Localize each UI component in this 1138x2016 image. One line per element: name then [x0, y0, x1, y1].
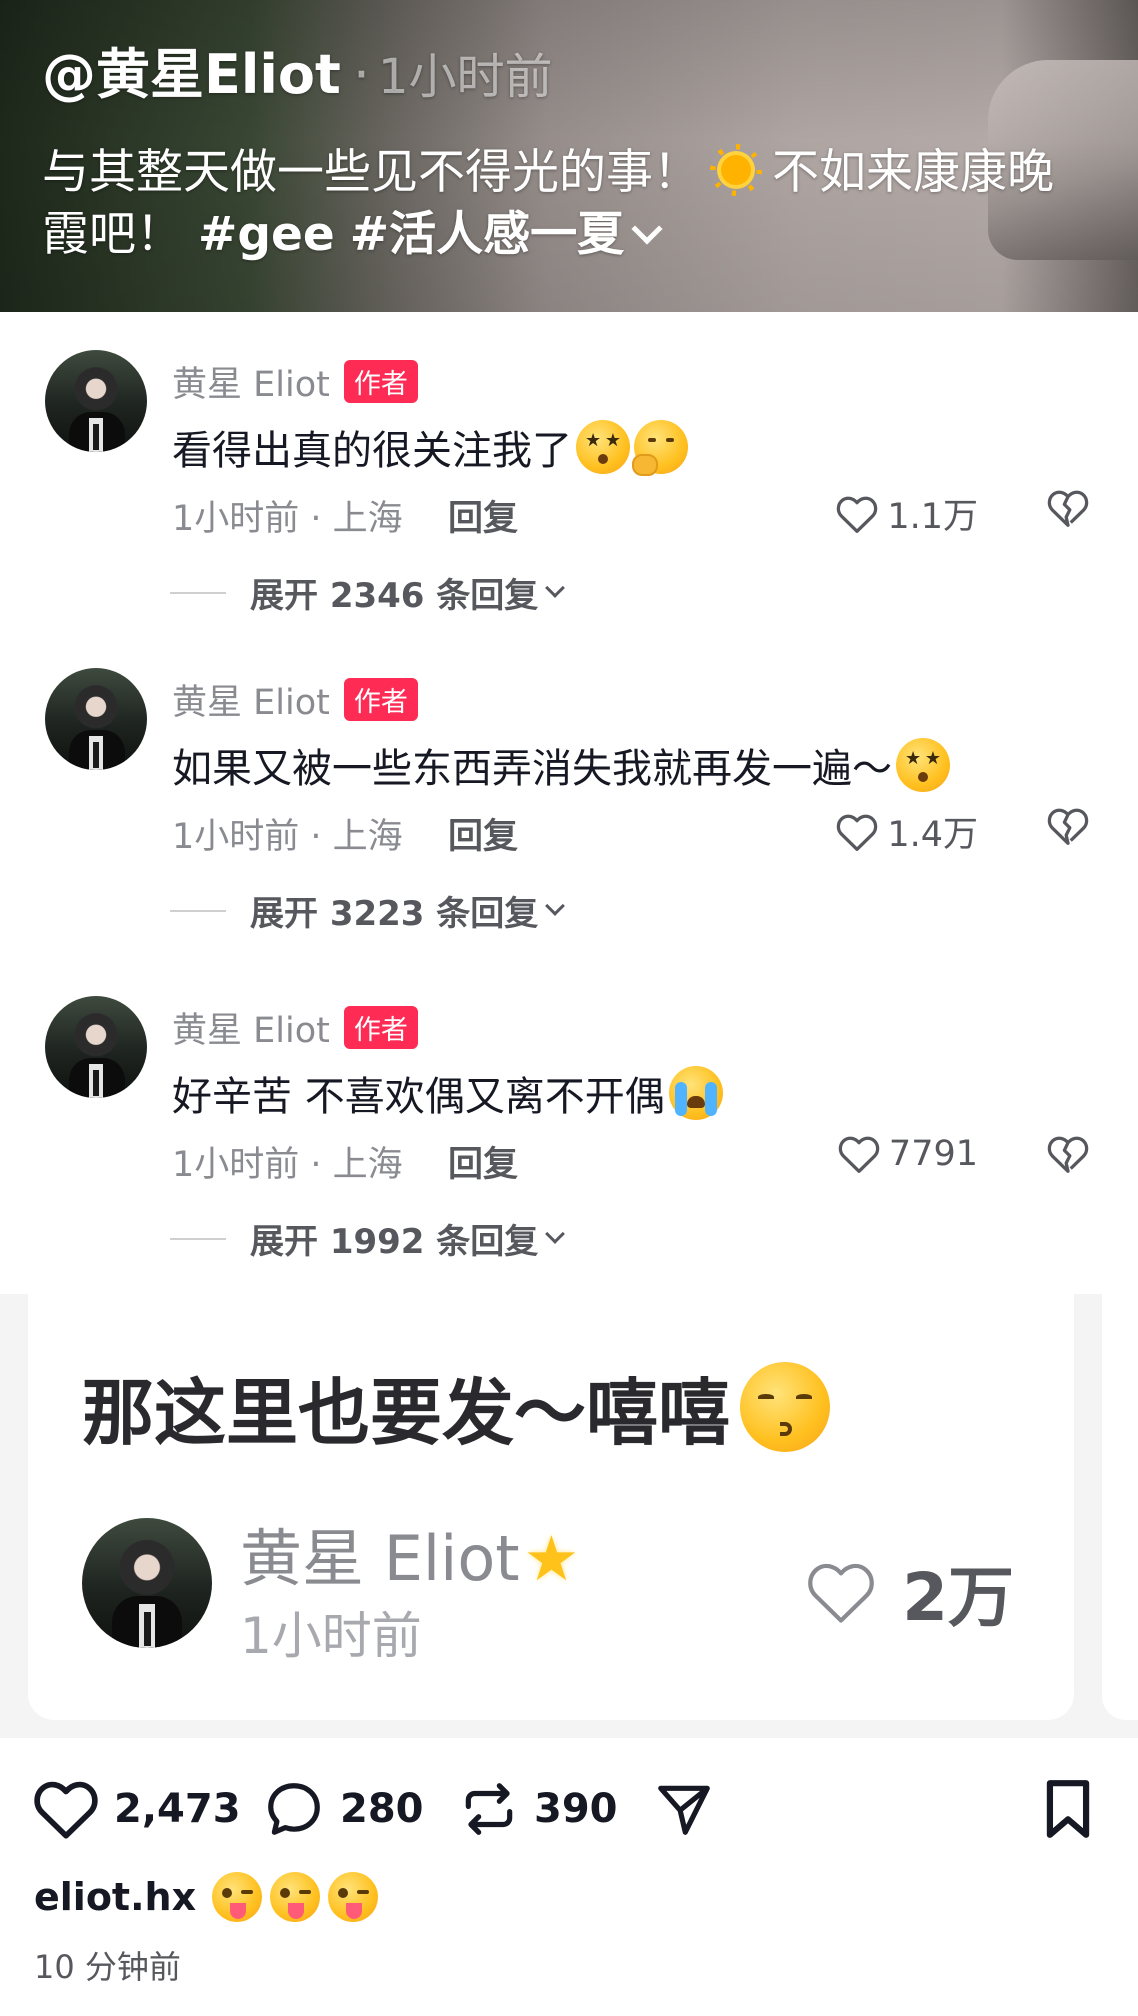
chevron-down-icon	[545, 1223, 566, 1244]
like-count: 1.1万	[887, 497, 978, 537]
like-button[interactable]: 7791	[837, 1134, 978, 1174]
author-badge: 作者	[343, 360, 418, 403]
like-button[interactable]: 1.4万	[835, 806, 978, 857]
heart-icon	[838, 1136, 880, 1173]
video-author-line: @黄星Eliot · 1小时前	[42, 43, 553, 106]
kissing-icon	[740, 1362, 831, 1452]
comment-item: 黄星 Eliot作者 如果又被一些东西弄消失我就再发一遍～ 1小时前 · 上海 …	[0, 668, 1138, 988]
comment-text: 如果又被一些东西弄消失我就再发一遍～	[172, 736, 950, 794]
bookmark-icon	[1046, 1780, 1090, 1838]
save-button[interactable]	[1040, 1778, 1096, 1840]
comment-time-location: 1小时前 · 上海	[172, 499, 403, 539]
dislike-button[interactable]	[1046, 1134, 1090, 1178]
avatar[interactable]	[45, 996, 147, 1098]
tongue-wink-icon	[212, 1872, 263, 1922]
send-icon	[658, 1785, 710, 1835]
reply-button[interactable]: 回复	[448, 808, 518, 859]
star-icon: ★	[523, 1522, 580, 1595]
heart-icon	[808, 1563, 874, 1623]
like-button[interactable]: 1.1万	[835, 488, 978, 539]
author-badge: 作者	[343, 1006, 418, 1049]
card-time: 1小时前	[240, 1607, 422, 1665]
comment-username[interactable]: 黄星 Eliot 作者	[172, 356, 418, 407]
chevron-down-icon	[545, 577, 566, 598]
tongue-wink-icon	[328, 1872, 379, 1922]
broken-heart-icon	[1047, 1136, 1089, 1173]
dislike-button[interactable]	[1046, 806, 1090, 850]
repost-icon	[465, 1783, 513, 1835]
heart-icon	[837, 814, 878, 851]
reply-button[interactable]: 回复	[448, 490, 518, 541]
card-like-button[interactable]: 2万	[804, 1544, 1014, 1640]
post-repost-count: 390	[534, 1786, 618, 1832]
card-like-count: 2万	[902, 1559, 1014, 1636]
avatar[interactable]	[82, 1518, 212, 1648]
hashtag-summer[interactable]: #活人感一夏	[350, 207, 624, 262]
comment-card-carousel: 那这里也要发～嘻嘻 黄星 Eliot★ 1小时前 2万	[0, 1294, 1138, 1738]
post-like-count: 2,473	[114, 1786, 241, 1832]
tongue-wink-icon	[270, 1872, 321, 1922]
chevron-down-icon	[545, 895, 566, 916]
sun-icon	[710, 144, 762, 196]
star-struck-icon	[896, 738, 950, 792]
star-struck-icon	[576, 420, 630, 474]
next-card-peek[interactable]	[1102, 1294, 1138, 1720]
comment-post-button[interactable]: 280	[262, 1778, 424, 1840]
crying-icon	[668, 1066, 723, 1120]
post-time: 10 分钟前	[34, 1948, 181, 1986]
comment-text: 看得出真的很关注我了	[172, 418, 688, 476]
comment-item: 黄星 Eliot作者 看得出真的很关注我了 1小时前 · 上海 回复 1.1万 …	[0, 350, 1138, 670]
comment-text: 好辛苦 不喜欢偶又离不开偶	[172, 1064, 723, 1122]
share-button[interactable]	[652, 1778, 716, 1840]
comment-card[interactable]: 那这里也要发～嘻嘻 黄星 Eliot★ 1小时前 2万	[28, 1294, 1074, 1720]
video-preview[interactable]: @黄星Eliot · 1小时前 与其整天做一些见不得光的事！ 不如来康康晚霞吧！ #g…	[0, 0, 1138, 312]
video-author[interactable]: @黄星Eliot	[42, 43, 341, 106]
like-post-button[interactable]: 2,473	[32, 1778, 241, 1840]
video-caption: 与其整天做一些见不得光的事！ 不如来康康晚霞吧！ #gee #活人感一夏	[42, 144, 1054, 262]
comment-time-location: 1小时前 · 上海	[172, 817, 403, 857]
post-comment-count: 280	[340, 1786, 424, 1832]
heart-icon	[837, 496, 878, 533]
dislike-button[interactable]	[1046, 488, 1090, 532]
comment-time-location: 1小时前 · 上海	[172, 1145, 403, 1185]
like-count: 1.4万	[887, 815, 978, 855]
thinking-icon	[632, 420, 688, 476]
post-action-bar: 2,473 280 390	[0, 1738, 1138, 1878]
reply-button[interactable]: 回复	[448, 1136, 518, 1187]
broken-heart-icon	[1047, 808, 1089, 845]
avatar[interactable]	[45, 668, 147, 770]
video-time: 1小时前	[378, 49, 553, 105]
hashtag-gee[interactable]: #gee	[198, 207, 335, 262]
like-count: 7791	[888, 1134, 978, 1174]
post-username[interactable]: eliot.hx	[34, 1875, 196, 1919]
comment-username[interactable]: 黄星 Eliot 作者	[172, 674, 418, 725]
post-caption: eliot.hx	[34, 1872, 379, 1922]
chevron-down-icon[interactable]	[631, 213, 663, 245]
comment-username[interactable]: 黄星 Eliot 作者	[172, 1002, 418, 1053]
broken-heart-icon	[1047, 490, 1089, 527]
card-username[interactable]: 黄星 Eliot★	[240, 1508, 579, 1598]
avatar[interactable]	[45, 350, 147, 452]
author-badge: 作者	[343, 678, 418, 721]
expand-replies-button[interactable]: 展开 1992 条回复	[170, 1214, 566, 1263]
expand-replies-button[interactable]: 展开 2346 条回复	[170, 568, 566, 617]
repost-button[interactable]: 390	[458, 1778, 618, 1840]
card-comment-text: 那这里也要发～嘻嘻	[82, 1354, 831, 1459]
expand-replies-button[interactable]: 展开 3223 条回复	[170, 886, 566, 935]
comment-bubble-icon	[268, 1783, 320, 1835]
heart-icon	[34, 1781, 98, 1839]
comment-item: 黄星 Eliot 作者 好辛苦 不喜欢偶又离不开偶 1小时前 · 上海 回复 77…	[0, 996, 1138, 1316]
